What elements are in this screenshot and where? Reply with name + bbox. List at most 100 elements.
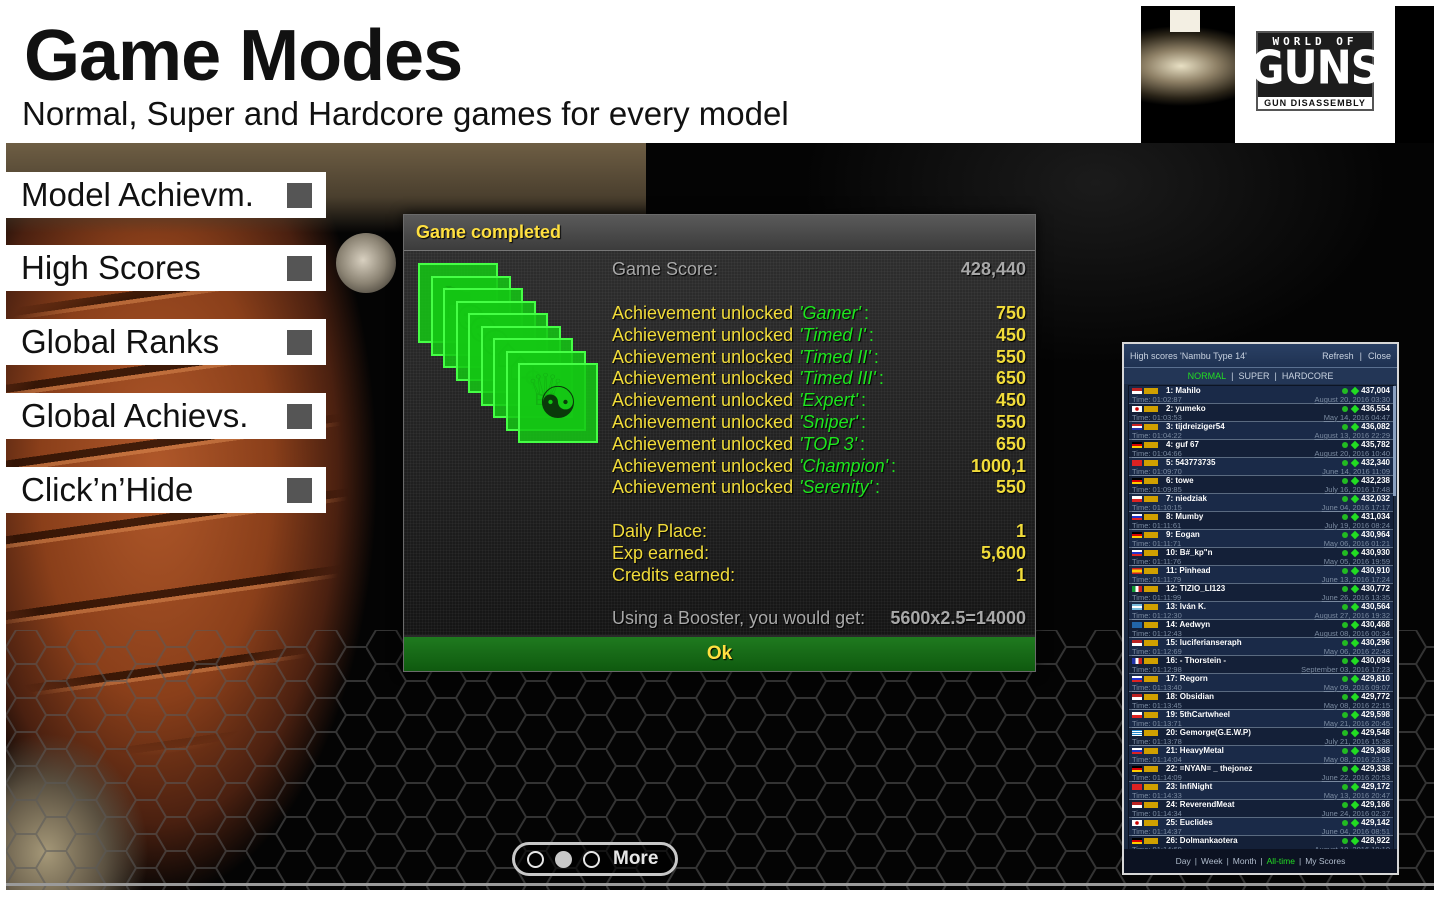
score-row[interactable]: 19: 5thCartwheel 429,598 Time: 01:13:71 May… xyxy=(1129,710,1393,728)
page-subtitle: Normal, Super and Hardcore games for eve… xyxy=(22,95,789,132)
score-row[interactable]: 18: Obsidian 429,772 Time: 01:13:45 May 08,… xyxy=(1129,692,1393,710)
score-row[interactable]: 22: =NYAN= _ thejonez 429,338 Time: 01:14:… xyxy=(1129,764,1393,782)
exp-label: Exp earned: xyxy=(612,542,710,563)
player-name: 8: Mumby xyxy=(1166,512,1204,521)
score-row[interactable]: 14: Aedwyn 430,468 Time: 01:12:43 August 08… xyxy=(1129,620,1393,638)
gem-icon xyxy=(1350,440,1360,449)
status-icon xyxy=(1342,657,1349,664)
play-time: Time: 01:14:34 xyxy=(1132,808,1182,818)
score-row-meta: Time: 01:11:76 May 05, 2016 19:59 xyxy=(1132,557,1390,566)
status-icon xyxy=(1342,441,1349,448)
gem-icon xyxy=(1350,800,1360,809)
exp-row: Exp earned: 5,600 xyxy=(612,542,1026,564)
achievement-row: Achievement unlocked 'Gamer': 750 xyxy=(612,303,1026,325)
colon: : xyxy=(873,346,879,367)
de-flag-icon xyxy=(1132,531,1142,538)
high-scores-list[interactable]: 1: Mahilo 437,004 Time: 01:02:87 August 20,… xyxy=(1128,385,1394,851)
menu-item-model-achievements[interactable]: Model Achievm. xyxy=(6,172,326,218)
close-link[interactable]: Close xyxy=(1368,351,1391,361)
ok-button[interactable]: Ok xyxy=(404,635,1035,671)
play-time: Time: 01:14:09 xyxy=(1132,772,1182,782)
rank-badge-icon xyxy=(1144,819,1158,826)
mode-tab-hardcore[interactable]: HARDCORE xyxy=(1282,371,1334,381)
player-name: 22: =NYAN= _ thejonez xyxy=(1166,764,1253,773)
play-time: Time: 01:04:22 xyxy=(1132,430,1182,440)
game-completed-dialog: Game completed ⚑☺☺☺⌂⌂⌖♕☯ Game Score: 428… xyxy=(403,214,1036,672)
menu-item-label: Click’n’Hide xyxy=(21,471,194,508)
score-row[interactable]: 4: guf 67 435,782 Time: 01:04:66 August 20,… xyxy=(1129,440,1393,458)
gem-icon xyxy=(1350,512,1360,521)
score-row[interactable]: 17: Regorn 429,810 Time: 01:13:40 May 09, 2… xyxy=(1129,674,1393,692)
score-row[interactable]: 5: 543773735 432,340 Time: 01:09:70 June 14… xyxy=(1129,458,1393,476)
world-of-guns-logo: WORLD OF GUNS GUN DISASSEMBLY xyxy=(1250,31,1381,111)
de-flag-icon xyxy=(1132,765,1142,772)
rank-badge-icon xyxy=(1144,531,1158,538)
play-time: Time: 01:12:98 xyxy=(1132,664,1182,674)
colon: : xyxy=(878,368,884,389)
player-name: 7: niedziak xyxy=(1166,494,1207,503)
achievement-row: Achievement unlocked 'Timed III': 650 xyxy=(612,368,1026,390)
mode-tab-super[interactable]: SUPER xyxy=(1238,371,1269,381)
score-row[interactable]: 3: tijdreiziger54 436,082 Time: 01:04:22 Au… xyxy=(1129,422,1393,440)
score-row[interactable]: 23: InfiNight 429,172 Time: 01:14:33 May 13… xyxy=(1129,782,1393,800)
play-time: Time: 01:09:85 xyxy=(1132,484,1182,494)
score-row[interactable]: 11: Pinhead 430,910 Time: 01:11:79 June 13,… xyxy=(1129,566,1393,584)
ru-flag-icon xyxy=(1132,675,1142,682)
achievement-prefix: Achievement unlocked xyxy=(612,433,794,454)
nl-flag-icon xyxy=(1132,423,1142,430)
score-row[interactable]: 8: Mumby 431,034 Time: 01:11:61 July 19, 20… xyxy=(1129,512,1393,530)
score-row[interactable]: 21: HeavyMetal 429,368 Time: 01:14:04 May 0… xyxy=(1129,746,1393,764)
achievement-prefix: Achievement unlocked xyxy=(612,390,794,411)
score-row[interactable]: 2: yumeko 436,554 Time: 01:03:53 May 14, 20… xyxy=(1129,404,1393,422)
play-time: Time: 01:13:78 xyxy=(1132,736,1182,746)
pager-dot-1[interactable] xyxy=(527,850,544,868)
score-row[interactable]: 1: Mahilo 437,004 Time: 01:02:87 August 20,… xyxy=(1129,386,1393,404)
score-row[interactable]: 15: luciferianseraph 430,296 Time: 01:12:6… xyxy=(1129,638,1393,656)
score-row[interactable]: 25: Euclides 429,142 Time: 01:14:37 June 04… xyxy=(1129,818,1393,836)
play-date: May 14, 2016 04:47 xyxy=(1323,412,1390,422)
period-tab-week[interactable]: Week xyxy=(1201,856,1223,866)
refresh-link[interactable]: Refresh xyxy=(1322,351,1354,361)
menu-item-click-n-hide[interactable]: Click’n’Hide xyxy=(6,467,326,513)
player-name: 10: B#_kp"n xyxy=(1166,548,1213,557)
scrollbar[interactable] xyxy=(1393,386,1396,496)
pager-dot-3[interactable] xyxy=(583,850,600,868)
jp-flag-icon xyxy=(1132,405,1142,412)
period-tab-day[interactable]: Day xyxy=(1176,856,1191,866)
play-date: June 14, 2016 11:09 xyxy=(1322,466,1390,476)
rank-badge-icon xyxy=(1144,693,1158,700)
score-row[interactable]: 20: Gemorge(G.E.W.P) 429,548 Time: 01:13:7… xyxy=(1129,728,1393,746)
rank-badge-icon xyxy=(1144,657,1158,664)
play-date: August 08, 2016 00:34 xyxy=(1314,628,1390,638)
rank-badge-icon xyxy=(1144,783,1158,790)
score-row[interactable]: 6: towe 432,238 Time: 01:09:85 July 16, 201… xyxy=(1129,476,1393,494)
score-row[interactable]: 24: ReverendMeat 429,166 Time: 01:14:34 Jun… xyxy=(1129,800,1393,818)
period-tab-all-time[interactable]: All-time xyxy=(1267,856,1295,866)
menu-item-global-ranks[interactable]: Global Ranks xyxy=(6,319,326,365)
score-row[interactable]: 13: Iván K. 430,564 Time: 01:12:30 August 2… xyxy=(1129,602,1393,620)
menu-item-global-achievements[interactable]: Global Achievs. xyxy=(6,393,326,439)
booster-row: Using a Booster, you would get: 5600x2.5… xyxy=(612,608,1026,630)
play-date: May 13, 2016 20:47 xyxy=(1323,790,1390,800)
score-row[interactable]: 12: TIZIO_LI123 430,772 Time: 01:11:99 June… xyxy=(1129,584,1393,602)
play-date: May 08, 2016 23:33 xyxy=(1323,754,1390,764)
rank-badge-icon xyxy=(1144,405,1158,412)
status-icon xyxy=(1342,423,1349,430)
status-icon xyxy=(1342,783,1349,790)
score-row[interactable]: 7: niedziak 432,032 Time: 01:10:15 June 04,… xyxy=(1129,494,1393,512)
achievement-name: 'Champion' xyxy=(799,455,889,476)
score-row-meta: Time: 01:04:66 August 20, 2016 10:40 xyxy=(1132,449,1390,458)
mode-tab-normal[interactable]: NORMAL xyxy=(1188,371,1227,381)
period-tab-my-scores[interactable]: My Scores xyxy=(1305,856,1345,866)
score-row[interactable]: 16: - Thorstein -430,094 Time: 01:12:98 Se… xyxy=(1129,656,1393,674)
achievement-prefix: Achievement unlocked xyxy=(612,346,794,367)
menu-item-high-scores[interactable]: High Scores xyxy=(6,245,326,291)
score-row[interactable]: 9: Eogan 430,964 Time: 01:11:71 May 06, 201… xyxy=(1129,530,1393,548)
square-icon xyxy=(287,329,312,355)
score-row[interactable]: 10: B#_kp"n 430,930 Time: 01:11:76 May 05, … xyxy=(1129,548,1393,566)
period-tab-month[interactable]: Month xyxy=(1233,856,1257,866)
se-flag-icon xyxy=(1132,621,1142,628)
rank-badge-icon xyxy=(1144,567,1158,574)
pager-dot-2[interactable] xyxy=(555,850,572,868)
more-link[interactable]: More xyxy=(613,848,658,870)
